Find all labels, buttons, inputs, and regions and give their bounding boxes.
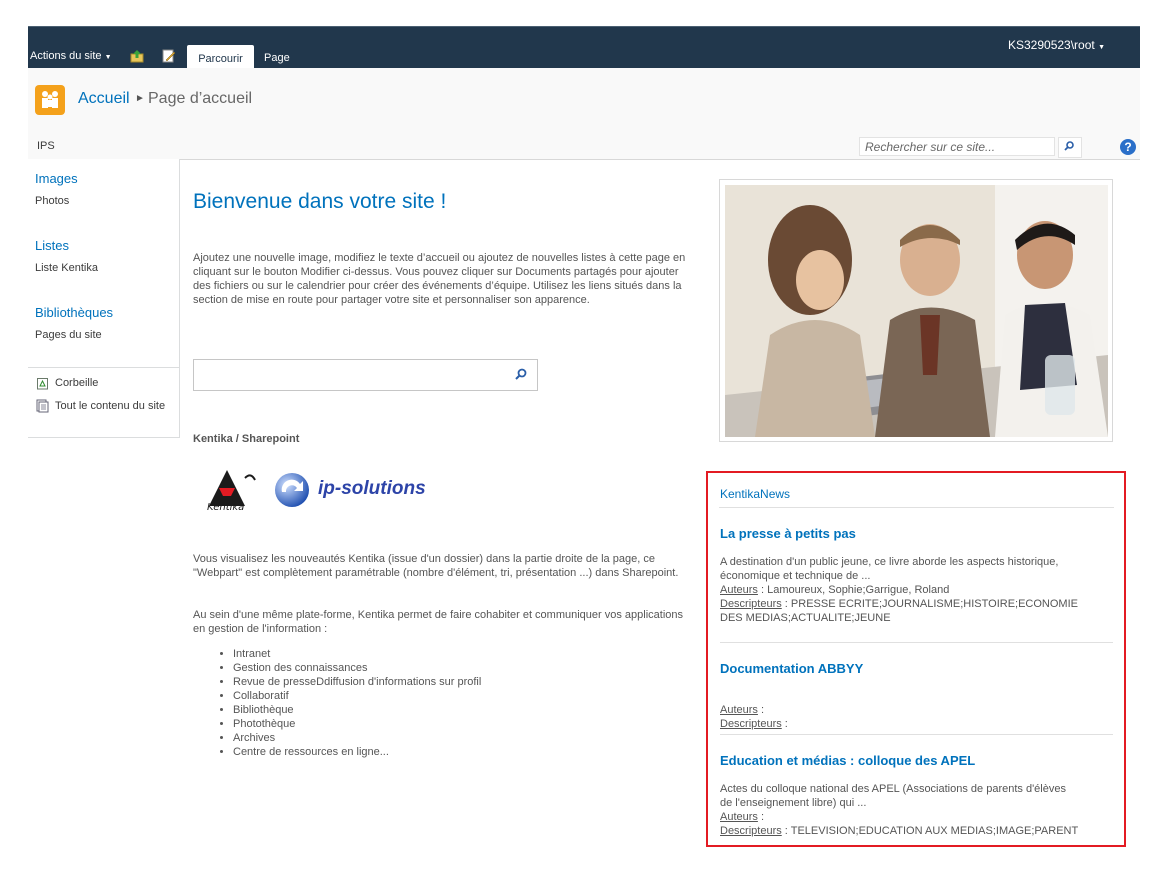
navigate-up-icon[interactable]: [130, 49, 144, 63]
ql-item-site-pages[interactable]: Pages du site: [35, 329, 102, 341]
search-icon: [1064, 141, 1074, 151]
team-photo: [725, 185, 1108, 437]
list-item: Gestion des connaissances: [233, 661, 481, 675]
user-menu[interactable]: KS3290523\root ▼: [1008, 38, 1105, 52]
page-title: Page d’accueil: [148, 90, 253, 107]
ip-solutions-logo-text: ip-solutions: [318, 478, 426, 499]
news-item-summary: A destination d'un public jeune, ce livr…: [720, 556, 1059, 582]
content-search-input[interactable]: [193, 359, 538, 391]
user-name: KS3290523\root: [1008, 38, 1095, 52]
list-item: Revue de presseDdiffusion d'informations…: [233, 675, 481, 689]
topnav-item-ips[interactable]: IPS: [37, 140, 55, 152]
chevron-down-icon: ▼: [104, 54, 112, 61]
recycle-bin-icon: [37, 378, 48, 390]
descriptors-value: : TELEVISION;EDUCATION AUX MEDIAS;IMAGE;…: [781, 825, 1079, 837]
chevron-down-icon: ▼: [1098, 44, 1106, 51]
authors-value: : Lamoureux, Sophie;Garrigue, Roland: [757, 584, 950, 596]
ql-item-photos[interactable]: Photos: [35, 195, 69, 207]
divider: [28, 367, 179, 368]
ql-lists-heading[interactable]: Listes: [35, 238, 69, 253]
site-search-input[interactable]: Rechercher sur ce site...: [859, 137, 1055, 156]
breadcrumb-arrow-icon: ►: [135, 93, 145, 104]
breadcrumb-home[interactable]: Accueil: [78, 90, 130, 108]
intro-text: Ajoutez une nouvelle image, modifiez le …: [193, 252, 686, 306]
help-icon[interactable]: ?: [1120, 139, 1136, 155]
search-icon[interactable]: [512, 366, 530, 384]
divider: [720, 734, 1113, 735]
news-item: A destination d'un public jeune, ce livr…: [720, 555, 1080, 625]
descriptors-link[interactable]: Descripteurs: [720, 598, 782, 610]
divider: [720, 642, 1113, 643]
tab-page[interactable]: Page: [264, 52, 290, 64]
edit-page-icon[interactable]: [162, 49, 176, 63]
authors-link[interactable]: Auteurs: [720, 584, 758, 596]
site-logo-icon[interactable]: [35, 85, 65, 115]
ip-solutions-logo-icon: [275, 473, 309, 507]
authors-link[interactable]: Auteurs: [720, 811, 758, 823]
news-item-descriptors: Descripteurs : PRESSE ECRITE;JOURNALISME…: [720, 597, 1080, 625]
news-item-title[interactable]: Documentation ABBYY: [720, 661, 863, 676]
authors-value: :: [757, 811, 765, 823]
news-item-authors: Auteurs :: [720, 703, 1080, 717]
authors-value: :: [757, 704, 765, 716]
site-search-button[interactable]: [1058, 137, 1082, 158]
news-item: Actes du colloque national des APEL (Ass…: [720, 782, 1080, 838]
list-item: Photothèque: [233, 717, 481, 731]
ql-item-all-content[interactable]: Tout le contenu du site: [35, 399, 175, 414]
list-item: Collaboratif: [233, 689, 481, 703]
kentika-news-webpart: KentikaNews La presse à petits pas A des…: [706, 471, 1126, 847]
news-item-descriptors: Descripteurs : TELEVISION;EDUCATION AUX …: [720, 824, 1080, 838]
descriptors-link[interactable]: Descripteurs: [720, 718, 782, 730]
description-paragraph-2: Au sein d'une même plate-forme, Kentika …: [193, 609, 684, 635]
authors-link[interactable]: Auteurs: [720, 704, 758, 716]
descriptors-link[interactable]: Descripteurs: [720, 825, 782, 837]
webpart-title[interactable]: KentikaNews: [720, 487, 790, 501]
news-item-descriptors: Descripteurs :: [720, 717, 1080, 731]
news-item-title[interactable]: La presse à petits pas: [720, 526, 856, 541]
list-item: Bibliothèque: [233, 703, 481, 717]
welcome-heading: Bienvenue dans votre site !: [193, 190, 447, 213]
svg-text:Kentika: Kentika: [207, 502, 244, 511]
ql-item-liste-kentika[interactable]: Liste Kentika: [35, 262, 98, 274]
descriptors-value: :: [781, 718, 788, 730]
kentika-section-title: Kentika / Sharepoint: [193, 433, 300, 445]
site-actions-label: Actions du site: [30, 50, 102, 62]
list-item: Archives: [233, 731, 481, 745]
news-item: Auteurs : Descripteurs :: [720, 703, 1080, 731]
tab-browse[interactable]: Parcourir: [187, 45, 254, 68]
feature-list: Intranet Gestion des connaissances Revue…: [219, 647, 481, 759]
divider: [719, 507, 1114, 508]
description-paragraph: Vous visualisez les nouveautés Kentika (…: [193, 553, 679, 579]
ql-item-recycle-bin[interactable]: Corbeille: [55, 377, 98, 389]
list-item: Intranet: [233, 647, 481, 661]
news-item-authors: Auteurs :: [720, 810, 1080, 824]
ql-images-heading[interactable]: Images: [35, 171, 78, 186]
news-item-title[interactable]: Education et médias : colloque des APEL: [720, 753, 975, 768]
news-item-authors: Auteurs : Lamoureux, Sophie;Garrigue, Ro…: [720, 583, 1080, 597]
kentika-logo-icon: Kentika: [207, 470, 256, 511]
news-item-summary: Actes du colloque national des APEL (Ass…: [720, 783, 1066, 809]
ql-libraries-heading[interactable]: Bibliothèques: [35, 305, 113, 320]
list-item: Centre de ressources en ligne...: [233, 745, 481, 759]
site-actions-menu[interactable]: Actions du site ▼: [30, 50, 112, 62]
